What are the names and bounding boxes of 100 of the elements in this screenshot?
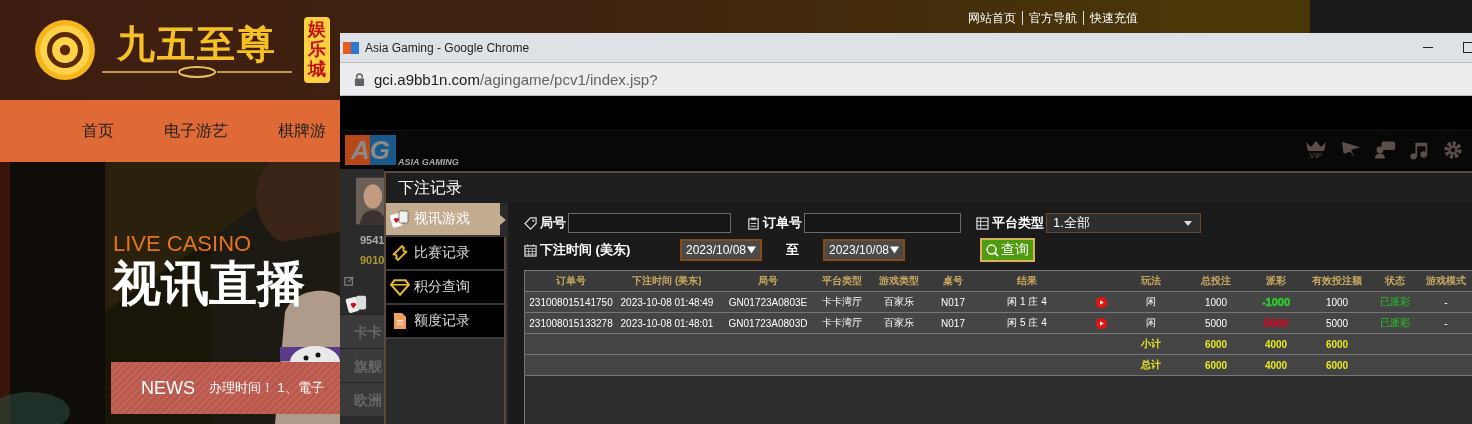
playing-cards-icon (345, 294, 369, 314)
header-link[interactable]: 官方导航 (1022, 11, 1083, 25)
search-icon (986, 243, 999, 257)
table-cell: 已派彩 (1373, 312, 1417, 334)
column-header: 有效投注额 (1301, 271, 1373, 292)
order-label: 订单号 (763, 214, 802, 232)
caret-icon (747, 246, 757, 254)
news-text: 办理时间！ 1、電子 (209, 379, 324, 397)
table-cell: 2023-10-08 01:48:49 (617, 291, 717, 313)
column-header: 结果 (973, 271, 1081, 292)
table-cell: GN01723A0803E (717, 291, 819, 313)
table-cell: 2023-10-08 01:48:01 (617, 312, 717, 334)
dialog-title: 下注记录 (398, 177, 462, 198)
total-label: 总计 (1121, 354, 1181, 375)
favicon-icon (343, 41, 359, 54)
total-cell: 6000 (1301, 333, 1373, 355)
total-cell: 4000 (1251, 333, 1301, 355)
total-label: 小计 (1121, 333, 1181, 355)
payout-amount: -1000 (1261, 296, 1291, 308)
platform-label: 平台类型 (992, 214, 1044, 232)
header-link[interactable]: 网站首页 (962, 11, 1022, 25)
date-dropdown[interactable]: 2023/10/08 (823, 239, 905, 261)
play-icon[interactable] (1095, 296, 1107, 308)
column-header: 玩法 (1121, 271, 1181, 292)
table-cell: 卡卡湾厅 (819, 291, 865, 313)
platform-dropdown[interactable]: 1.全部 (1046, 213, 1201, 233)
table-cell: 百家乐 (865, 312, 933, 334)
news-label: NEWS (141, 377, 195, 399)
settings-icon[interactable] (1442, 140, 1464, 160)
table-cell: 5000 (1181, 312, 1251, 334)
round-label: 局号 (540, 214, 566, 232)
column-header: 状态 (1373, 271, 1417, 292)
table-cell: - (1417, 312, 1472, 334)
chat-icon[interactable] (1374, 140, 1396, 160)
ticket-icon (390, 244, 410, 262)
window-title: Asia Gaming - Google Chrome (365, 40, 530, 55)
calendar-icon (524, 243, 537, 257)
clipboard-icon (747, 216, 760, 230)
menu-item[interactable]: 比赛记录 (386, 237, 506, 271)
table-cell: 卡卡湾厅 (819, 312, 865, 334)
table-cell: 已派彩 (1373, 291, 1417, 313)
column-header: 平台类型 (819, 271, 865, 292)
table-cell: 231008015133278 (525, 312, 617, 334)
column-header: 桌号 (933, 271, 973, 292)
table-cell: 闲 1 庄 4 (973, 291, 1081, 313)
total-cell: 6000 (1181, 333, 1251, 355)
avatar (356, 176, 384, 226)
bet-time-label: 下注时间 (美东) (540, 241, 631, 259)
column-header: 游戏模式 (1417, 271, 1472, 292)
date-dropdown[interactable]: 2023/10/08 (680, 239, 762, 261)
total-cell: 4000 (1251, 354, 1301, 375)
table-cell: 1000 (1181, 291, 1251, 313)
table-cell: 5000 (1301, 312, 1373, 334)
logo-icon (34, 19, 96, 81)
table-cell: GN01723A0803D (717, 312, 819, 334)
playing-cards-icon (390, 210, 410, 228)
lock-icon (354, 72, 365, 86)
table-cell: 1000 (1301, 291, 1373, 313)
play-icon[interactable] (1095, 317, 1107, 329)
column-header: 下注时间 (美东) (617, 271, 717, 292)
ag-logo: AG ASIA GAMING (345, 135, 459, 165)
nav-link[interactable]: 电子游艺 (164, 120, 228, 142)
banner-title: 视讯直播 (113, 256, 306, 312)
column-header: 订单号 (525, 271, 617, 292)
table-cell: N017 (933, 312, 973, 334)
tag-icon (524, 216, 537, 230)
column-header: 派彩 (1251, 271, 1301, 292)
total-cell: 6000 (1301, 354, 1373, 375)
table-cell: 闲 (1121, 312, 1181, 334)
list-icon (976, 216, 989, 230)
menu-item[interactable]: 积分查询 (386, 271, 506, 305)
table-cell: - (1417, 291, 1472, 313)
logo-badge: 娱乐城 (304, 17, 330, 83)
nav-link[interactable]: 首页 (82, 120, 114, 142)
diamond-icon (390, 278, 410, 296)
total-cell: 6000 (1181, 354, 1251, 375)
balance-amount: 9010 (360, 254, 384, 266)
search-button[interactable]: 查询 (980, 238, 1035, 262)
caret-icon (1184, 220, 1192, 226)
address-field[interactable]: gci.a9bb1n.com/agingame/pcv1/index.jsp? (374, 70, 658, 88)
logo-text: 九五至尊 (117, 22, 277, 66)
music-icon[interactable] (1408, 140, 1430, 160)
ornament-icon (102, 66, 292, 78)
column-header: 局号 (717, 271, 819, 292)
nav-link[interactable]: 棋牌游 (278, 120, 326, 142)
payout-amount: 5000 (1263, 317, 1289, 329)
banner-subtitle: LIVE CASINO (113, 232, 253, 256)
player-count: 9541 (360, 234, 384, 246)
menu-item[interactable]: 额度记录 (386, 305, 506, 339)
column-header: 总投注 (1181, 271, 1251, 292)
table-cell: 百家乐 (865, 291, 933, 313)
round-input-field[interactable] (568, 213, 731, 233)
table-cell: N017 (933, 291, 973, 313)
column-header: 游戏类型 (865, 271, 933, 292)
caret-icon (890, 246, 900, 254)
header-link[interactable]: 快速充值 (1083, 11, 1144, 25)
table-cell: 231008015141750 (525, 291, 617, 313)
order-input-field[interactable] (804, 213, 961, 233)
to-label: 至 (786, 241, 799, 259)
edit-icon[interactable] (344, 276, 354, 286)
